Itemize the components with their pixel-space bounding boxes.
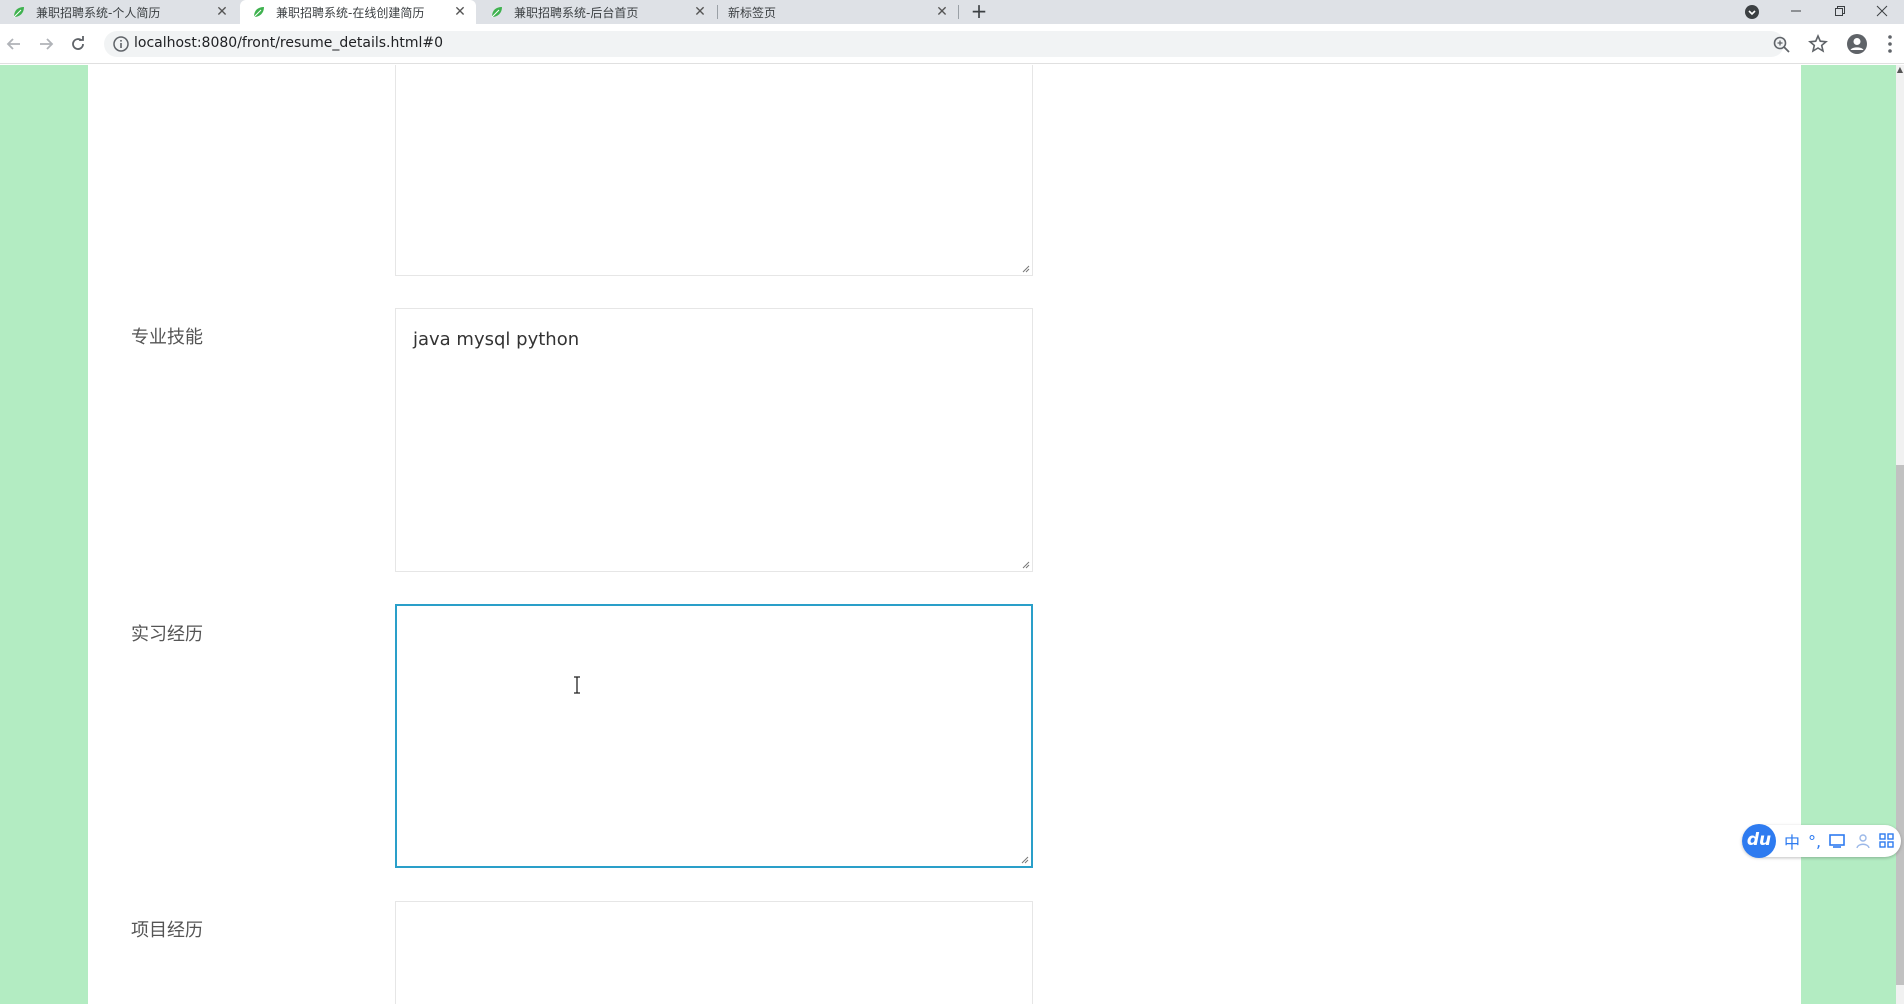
profile-avatar-icon[interactable] <box>1845 32 1869 56</box>
info-icon[interactable] <box>112 35 130 53</box>
resize-handle-icon[interactable] <box>1020 263 1030 273</box>
ime-punctuation-mode[interactable]: °, <box>1808 832 1821 851</box>
textarea-professional-skills[interactable]: java mysql python <box>395 308 1033 572</box>
tab-search-icon <box>1745 5 1759 19</box>
back-button[interactable] <box>2 32 26 56</box>
more-menu-icon[interactable] <box>1878 32 1902 56</box>
browser-tab-strip: 兼职招聘系统-个人简历 ✕ 兼职招聘系统-在线创建简历 ✕ 兼职招聘系统-后台首… <box>0 0 1904 24</box>
tab-title: 兼职招聘系统-在线创建简历 <box>276 5 425 20</box>
url-text[interactable]: localhost:8080/front/resume_details.html… <box>134 35 443 51</box>
resize-handle-icon[interactable] <box>1019 854 1029 864</box>
tab-title: 兼职招聘系统-个人简历 <box>36 5 161 20</box>
minimize-icon <box>1791 10 1801 12</box>
text-cursor-icon <box>574 676 580 694</box>
page-scrollbar[interactable]: ▲ <box>1896 65 1904 1004</box>
restore-button[interactable] <box>1818 0 1862 24</box>
ime-user-icon[interactable] <box>1855 833 1871 849</box>
tab-create-resume[interactable]: 兼职招聘系统-在线创建简历 ✕ <box>240 0 476 24</box>
tab-search-button[interactable] <box>1730 0 1774 24</box>
tab-title: 兼职招聘系统-后台首页 <box>514 5 639 20</box>
leaf-favicon-icon <box>491 7 502 18</box>
label-professional-skills: 专业技能 <box>131 327 203 348</box>
reload-icon <box>72 36 84 50</box>
close-icon <box>1876 5 1888 17</box>
scrollbar-thumb[interactable] <box>1896 465 1904 985</box>
close-window-button[interactable] <box>1860 0 1904 24</box>
ime-keyboard-icon[interactable] <box>1829 833 1847 849</box>
ime-grid-icon[interactable] <box>1879 833 1895 849</box>
tab-close-icon[interactable]: ✕ <box>932 4 952 20</box>
tab-title: 新标签页 <box>728 5 777 20</box>
label-internship-experience: 实习经历 <box>131 624 203 645</box>
ime-logo[interactable]: du <box>1742 824 1776 858</box>
new-tab-button[interactable]: + <box>967 0 991 24</box>
tab-separator <box>958 5 959 19</box>
browser-toolbar: localhost:8080/front/resume_details.html… <box>0 24 1904 64</box>
bookmark-star-icon[interactable] <box>1806 32 1830 56</box>
tab-new-tab-page[interactable]: 新标签页 ✕ <box>718 0 958 24</box>
page-viewport: 专业技能 java mysql python 实习经历 项目经历 <box>0 65 1904 1004</box>
tab-close-icon[interactable]: ✕ <box>690 4 710 20</box>
leaf-favicon-icon <box>13 7 24 18</box>
resize-handle-icon[interactable] <box>1020 559 1030 569</box>
textarea-project-experience[interactable] <box>395 901 1033 1004</box>
tab-close-icon[interactable]: ✕ <box>450 4 470 20</box>
textarea-previous-field[interactable] <box>395 65 1033 276</box>
arrow-right-icon <box>40 38 54 50</box>
tab-admin-home[interactable]: 兼职招聘系统-后台首页 ✕ <box>478 0 716 24</box>
zoom-icon[interactable] <box>1772 35 1792 55</box>
scroll-up-arrow-icon[interactable]: ▲ <box>1896 65 1904 75</box>
reload-button[interactable] <box>66 32 90 56</box>
label-project-experience: 项目经历 <box>131 920 203 941</box>
textarea-internship-experience[interactable] <box>395 604 1033 868</box>
resume-form-panel: 专业技能 java mysql python 实习经历 项目经历 <box>88 65 1801 1004</box>
minimize-button[interactable] <box>1774 0 1818 24</box>
ime-toolbar[interactable]: du 中 °, <box>1742 824 1902 858</box>
leaf-favicon-icon <box>253 7 264 18</box>
address-bar[interactable]: localhost:8080/front/resume_details.html… <box>104 31 1790 57</box>
tab-personal-resume[interactable]: 兼职招聘系统-个人简历 ✕ <box>0 0 238 24</box>
ime-chinese-mode[interactable]: 中 <box>1784 829 1800 853</box>
forward-button[interactable] <box>34 32 58 56</box>
arrow-left-icon <box>6 38 20 50</box>
textarea-value: java mysql python <box>413 329 580 350</box>
tab-close-icon[interactable]: ✕ <box>212 4 232 20</box>
restore-icon <box>1835 6 1845 16</box>
